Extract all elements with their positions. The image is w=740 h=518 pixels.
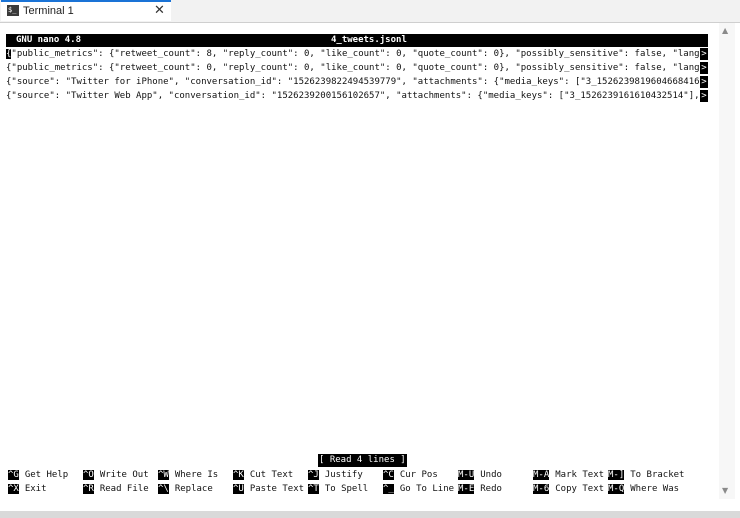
terminal-area[interactable]: GNU nano 4.8 4_tweets.jsonl {"public_met… — [0, 23, 740, 511]
tab-terminal-1[interactable]: $_ Terminal 1 ✕ — [1, 0, 171, 21]
shortcut-where-was: M-Q Where Was — [608, 484, 680, 494]
nano-title-bar: GNU nano 4.8 4_tweets.jsonl — [6, 34, 708, 47]
nano-version: GNU nano 4.8 — [16, 35, 82, 45]
shortcut-copy-text: M-6 Copy Text — [533, 484, 605, 494]
vertical-scrollbar[interactable]: ▲ ▼ — [719, 23, 735, 499]
shortcut-to-bracket: M-] To Bracket — [608, 470, 685, 480]
shortcut-cur-pos: ^C Cur Pos — [383, 470, 438, 480]
terminal-icon: $_ — [7, 5, 19, 16]
shortcut-replace: ^\ Replace — [158, 484, 213, 494]
close-icon[interactable]: ✕ — [154, 3, 165, 19]
status-message: [ Read 4 lines ] — [318, 454, 407, 467]
text-line[interactable]: {"source": "Twitter for iPhone", "conver… — [6, 76, 699, 89]
shortcut-undo: M-U Undo — [458, 470, 502, 480]
text-line[interactable]: {"public_metrics": {"retweet_count": 0, … — [6, 62, 699, 75]
shortcut-write-out: ^O Write Out — [83, 470, 149, 480]
shortcut-to-spell: ^T To Spell — [308, 484, 369, 494]
line-overflow-marker: > — [700, 90, 708, 102]
window-bottom-border — [0, 511, 740, 518]
shortcut-justify: ^J Justify — [308, 470, 363, 480]
shortcut-where-is: ^W Where Is — [158, 470, 219, 480]
shortcut-redo: M-E Redo — [458, 484, 502, 494]
shortcut-cut-text: ^K Cut Text — [233, 470, 294, 480]
line-overflow-marker: > — [700, 48, 708, 60]
file-name: 4_tweets.jsonl — [331, 35, 407, 45]
text-line[interactable]: {"source": "Twitter Web App", "conversat… — [6, 90, 699, 103]
shortcut-exit: ^X Exit — [8, 484, 47, 494]
scroll-down-arrow-icon[interactable]: ▼ — [722, 486, 728, 496]
line-overflow-marker: > — [700, 62, 708, 74]
tab-title: Terminal 1 — [23, 5, 74, 17]
shortcut-paste-text: ^U Paste Text — [233, 484, 305, 494]
shortcut-mark-text: M-A Mark Text — [533, 470, 605, 480]
nano-editor[interactable]: GNU nano 4.8 4_tweets.jsonl {"public_met… — [6, 33, 710, 503]
shortcut-read-file: ^R Read File — [83, 484, 149, 494]
shortcut-get-help: ^G Get Help — [8, 470, 69, 480]
text-line[interactable]: {"public_metrics": {"retweet_count": 8, … — [6, 48, 699, 61]
shortcut-go-to-line: ^_ Go To Line — [383, 484, 455, 494]
line-overflow-marker: > — [700, 76, 708, 88]
tab-bar: $_ Terminal 1 ✕ — [0, 0, 740, 23]
scroll-up-arrow-icon[interactable]: ▲ — [722, 26, 728, 36]
